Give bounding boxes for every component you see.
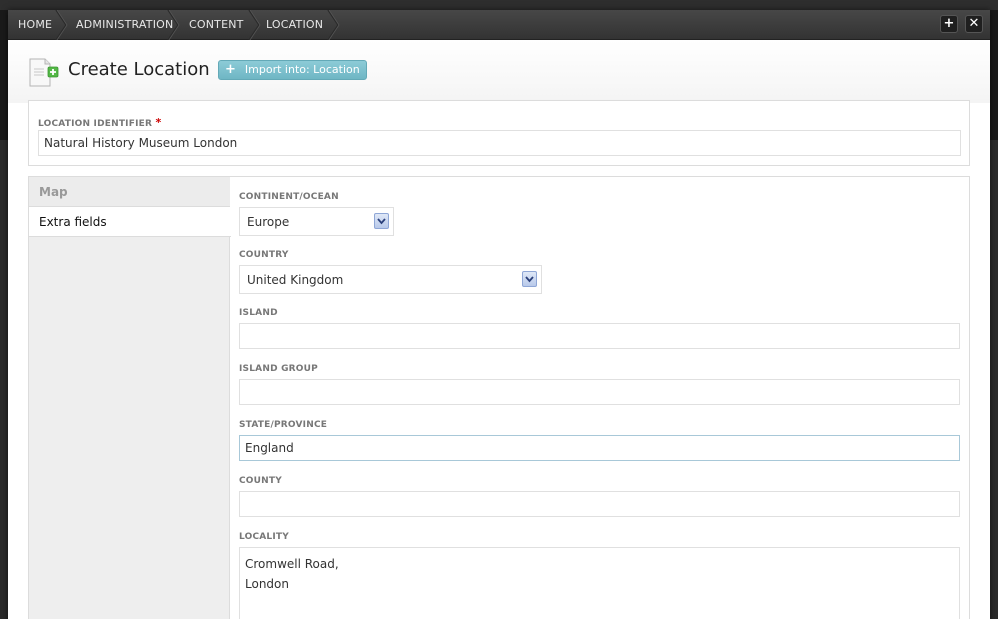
chevron-down-icon (374, 213, 389, 229)
breadcrumb-separator-icon (326, 10, 340, 40)
county-label: COUNTY (239, 476, 282, 486)
island-label: ISLAND (239, 308, 278, 318)
add-window-button[interactable]: + (940, 15, 958, 33)
plus-icon: + (225, 62, 236, 77)
tab-map[interactable]: Map (29, 177, 230, 207)
identifier-section: LOCATION IDENTIFIER * Natural History Mu… (28, 100, 970, 166)
locality-label: LOCALITY (239, 532, 289, 542)
continent-label: CONTINENT/OCEAN (239, 192, 339, 202)
island-group-label: ISLAND GROUP (239, 364, 318, 374)
breadcrumb: HOME ADMINISTRATION CONTENT LOCATION + ✕ (8, 10, 990, 40)
state-province-input[interactable]: England (239, 435, 960, 461)
chevron-down-icon (522, 271, 537, 287)
import-into-location-button[interactable]: + Import into: Location (218, 60, 367, 80)
country-label: COUNTRY (239, 250, 289, 260)
tab-extra-fields[interactable]: Extra fields (29, 207, 231, 237)
location-identifier-input[interactable]: Natural History Museum London (38, 130, 961, 156)
identifier-label: LOCATION IDENTIFIER * (38, 116, 162, 129)
import-button-label: Import into: Location (244, 63, 360, 76)
continent-select[interactable]: Europe (239, 207, 394, 236)
breadcrumb-administration[interactable]: ADMINISTRATION (76, 10, 173, 40)
close-window-button[interactable]: ✕ (965, 15, 983, 33)
create-location-dialog: HOME ADMINISTRATION CONTENT LOCATION + ✕ (8, 10, 990, 619)
page-header: Create Location + Import into: Location (8, 41, 990, 103)
breadcrumb-location[interactable]: LOCATION (266, 10, 323, 40)
breadcrumb-separator-icon (166, 10, 180, 40)
island-input[interactable] (239, 323, 960, 349)
state-province-label: STATE/PROVINCE (239, 420, 328, 430)
island-group-input[interactable] (239, 379, 960, 405)
locality-textarea[interactable]: Cromwell Road, London (239, 547, 960, 619)
breadcrumb-content[interactable]: CONTENT (189, 10, 244, 40)
country-select[interactable]: United Kingdom (239, 265, 542, 294)
vertical-tabs: Map Extra fields (29, 177, 231, 619)
page-title: Create Location (68, 59, 210, 80)
county-input[interactable] (239, 491, 960, 517)
breadcrumb-home[interactable]: HOME (18, 10, 52, 40)
form-panel: Map Extra fields CONTINENT/OCEAN Europe … (28, 176, 970, 619)
breadcrumb-separator-icon (54, 10, 68, 40)
required-mark: * (155, 116, 162, 129)
breadcrumb-separator-icon (247, 10, 261, 40)
document-add-icon (28, 58, 60, 88)
